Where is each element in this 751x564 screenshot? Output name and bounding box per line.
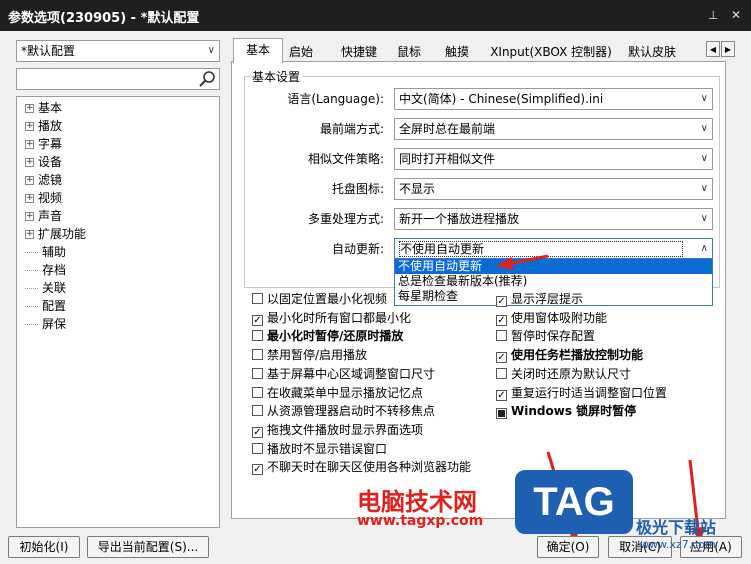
tab-2[interactable]: 快捷键: [329, 41, 389, 63]
watermark-brand: 极光下载站: [636, 518, 717, 537]
watermark-tag-logo: TAG: [515, 470, 633, 534]
tab-5[interactable]: XInput(XBOX 控制器): [483, 41, 619, 63]
tab-4[interactable]: 触摸: [437, 41, 477, 63]
ok-button[interactable]: 确定(O): [537, 536, 599, 558]
arrow-to-dropdown: [507, 254, 549, 266]
tab-1[interactable]: 启始: [281, 41, 321, 63]
annotation-arrows: [496, 254, 705, 544]
arrow-head-dropdown: [496, 257, 513, 270]
tab-3[interactable]: 鼠标: [389, 41, 429, 63]
tab-6[interactable]: 默认皮肤: [619, 41, 685, 63]
watermark-site-url: www.tagxp.com: [357, 513, 484, 529]
tab-0[interactable]: 基本: [233, 38, 283, 63]
watermark-brand-url: www.xz7.com: [640, 538, 716, 551]
watermark-site-name: 电脑技术网: [357, 488, 477, 516]
